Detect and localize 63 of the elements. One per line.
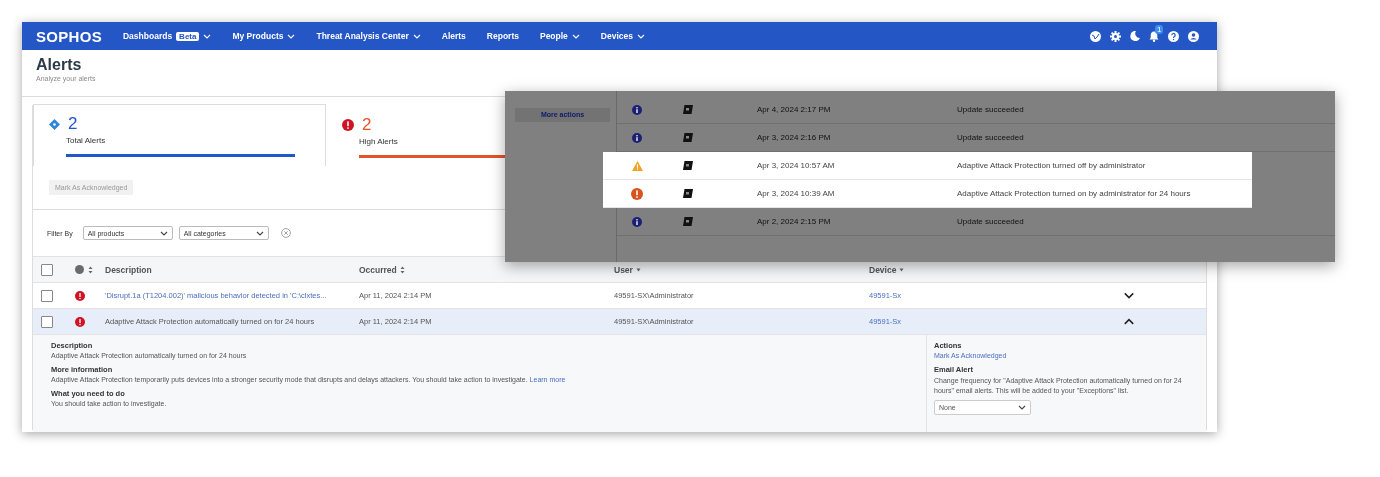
chevron-down-icon [203, 33, 212, 39]
event-message: Update succeeded [957, 217, 1024, 226]
checkbox[interactable] [41, 315, 53, 328]
user-icon[interactable] [1188, 30, 1199, 42]
logo[interactable]: SOPHOS [36, 27, 102, 45]
alert-icon [75, 290, 85, 301]
summary-tab[interactable]: 2 Total Alerts [33, 104, 326, 166]
event-message: Update succeeded [957, 105, 1024, 114]
event-message: Update succeeded [957, 133, 1024, 142]
settings-icon[interactable] [1110, 30, 1121, 42]
sort-icon[interactable] [88, 265, 93, 274]
nav-item[interactable]: Threat Analysis Center [316, 31, 421, 41]
event-date: Apr 3, 2024 10:57 AM [757, 161, 836, 170]
nav-item[interactable]: Alerts [441, 31, 466, 41]
beta-badge: Beta [176, 31, 200, 41]
diamond-icon [49, 118, 60, 130]
moon-icon[interactable] [1130, 31, 1140, 41]
info-icon [632, 104, 642, 115]
event-message: Adaptive Attack Protection turned off by administrator [957, 161, 1146, 170]
nav-item[interactable]: My Products [232, 31, 296, 41]
nav-item[interactable]: Devices [600, 31, 645, 41]
sort-down-icon[interactable] [899, 267, 905, 272]
column-header[interactable]: Occurred [359, 264, 397, 275]
help-icon[interactable] [1168, 30, 1179, 42]
column-header[interactable]: Device [869, 264, 897, 275]
event-date: Apr 4, 2024 2:17 PM [757, 105, 832, 114]
device-icon [683, 189, 693, 198]
device-icon [683, 217, 693, 226]
event-date: Apr 3, 2024 10:39 AM [757, 189, 836, 198]
alert-icon [631, 187, 643, 200]
nav-item[interactable]: Reports [486, 31, 519, 41]
device-icon [683, 105, 693, 114]
chevron-down-icon [637, 33, 645, 39]
notification-badge: 1 [1155, 24, 1164, 34]
column-header[interactable]: User [614, 264, 633, 275]
checkbox[interactable] [41, 263, 53, 276]
device-icon [683, 133, 693, 142]
nav-item[interactable]: Dashboards Beta [123, 31, 212, 41]
sort-down-icon[interactable] [635, 267, 641, 272]
severity-icon [75, 265, 84, 274]
chevron-down-icon [255, 230, 264, 236]
event-date: Apr 3, 2024 2:16 PM [757, 133, 832, 142]
event-message: Adaptive Attack Protection turned on by administrator for 24 hours [957, 189, 1191, 198]
chevron-down-icon [1123, 292, 1135, 299]
info-icon [632, 216, 642, 227]
page-title: Alerts [36, 55, 83, 75]
warning-icon [631, 160, 643, 171]
chevron-down-icon [412, 33, 421, 39]
alert-icon [342, 119, 354, 131]
alert-icon [75, 316, 85, 327]
device-icon [683, 161, 693, 170]
chevron-down-icon [1018, 405, 1026, 410]
column-header[interactable]: Description [105, 264, 152, 275]
nav-item[interactable]: People [539, 31, 580, 41]
sort-icon[interactable] [399, 265, 405, 274]
notifications-bell-icon[interactable] [1149, 30, 1159, 42]
chevron-up-icon [1123, 318, 1135, 325]
checkbox[interactable] [41, 289, 53, 302]
event-date: Apr 2, 2024 2:15 PM [757, 217, 832, 226]
chevron-down-icon [159, 230, 168, 236]
chevron-down-icon [571, 33, 580, 39]
info-icon [632, 132, 642, 143]
chevron-down-icon [287, 33, 296, 39]
